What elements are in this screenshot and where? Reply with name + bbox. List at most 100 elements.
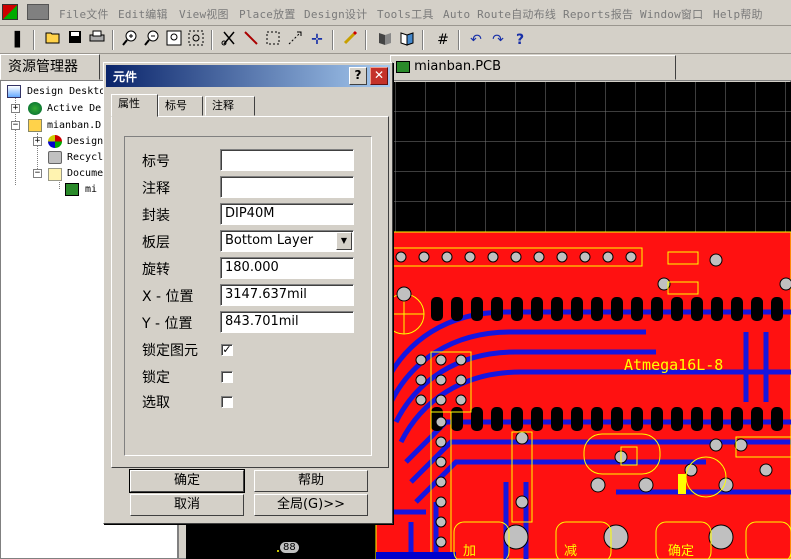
active-doc-icon [28, 102, 42, 115]
collapse-icon[interactable]: − [33, 169, 42, 178]
pcb-file-icon [396, 60, 410, 73]
toolbar-separator [33, 30, 35, 50]
comment-field[interactable] [220, 176, 354, 198]
tab-designator[interactable]: 标号 [158, 96, 203, 116]
silkscreen-label-add: 加 [463, 544, 477, 559]
selected-label: 选取 [142, 395, 170, 411]
toolbar-separator [211, 30, 213, 50]
tree-item-label: Design [67, 136, 104, 147]
x-position-field[interactable]: 3147.637mil [220, 284, 354, 306]
designator-label: 标号 [142, 154, 170, 170]
app-icon[interactable] [2, 4, 18, 20]
app-window: File文件 Edit编辑 View视图 Place放置 Design设计 To… [0, 0, 791, 559]
rotation-field[interactable]: 180.000 [220, 257, 354, 279]
zoom-out-icon[interactable] [142, 30, 162, 50]
print-icon[interactable] [87, 30, 107, 50]
footprint-label: 封装 [142, 208, 170, 224]
rotation-label: 旋转 [142, 262, 170, 278]
select-rect-icon[interactable] [263, 30, 283, 50]
cross-probe-icon[interactable] [285, 30, 305, 50]
menu-edit[interactable]: Edit编辑 [118, 6, 168, 22]
locked-checkbox[interactable] [221, 371, 233, 383]
toolbar-separator [112, 30, 114, 50]
pen-icon[interactable] [340, 30, 360, 50]
database-icon [28, 119, 42, 132]
help-button[interactable]: 帮助 [254, 470, 368, 492]
redo-icon[interactable]: ↷ [488, 30, 508, 50]
menu-reports[interactable]: Reports报告 [563, 6, 633, 22]
designator-field[interactable] [220, 149, 354, 171]
collapse-icon[interactable]: − [11, 121, 20, 130]
comment-label: 注释 [142, 181, 170, 197]
recycle-bin-icon [48, 151, 62, 164]
y-position-field[interactable]: 843.701mil [220, 311, 354, 333]
component-dialog: 元件 ? ✕ 属性 标号 注释 标号 注释 封装 DIP40M 板层 Botto… [103, 62, 393, 524]
zoom-fit-icon[interactable] [164, 30, 184, 50]
tree-item-label: Active De [47, 103, 102, 114]
explorer-tab[interactable]: 资源管理器 [0, 54, 100, 80]
tree-item-label: mi [85, 184, 98, 195]
toolbar-separator [365, 30, 367, 50]
toolbar-separator [422, 30, 424, 50]
menu-help[interactable]: Help帮助 [713, 6, 763, 22]
tab-label: mianban.PCB [414, 59, 502, 74]
layer-select[interactable]: Bottom Layer ▼ [220, 230, 354, 252]
toolbar-separator [332, 30, 334, 50]
3d-view-icon[interactable] [375, 30, 395, 50]
layer-label: 板层 [142, 235, 170, 251]
draw-line-icon[interactable] [241, 30, 261, 50]
open-folder-icon[interactable] [43, 30, 63, 50]
zoom-in-icon[interactable] [120, 30, 140, 50]
tree-item-label: mianban.D [47, 120, 102, 131]
toolbar: ▌ ✛ # ↶ ↷ ? [0, 27, 791, 54]
grid-icon[interactable]: # [433, 30, 453, 50]
tree-item-label: Docume [67, 168, 104, 179]
dialog-tabs: 属性 标号 注释 [111, 94, 389, 117]
expand-icon[interactable]: + [11, 104, 20, 113]
expand-icon[interactable]: + [33, 137, 42, 146]
menubar: File文件 Edit编辑 View视图 Place放置 Design设计 To… [0, 0, 791, 26]
pcb-file-icon [65, 183, 79, 196]
menu-auto-route[interactable]: Auto Route自动布线 [443, 6, 556, 22]
document-icon[interactable] [27, 4, 49, 20]
global-button[interactable]: 全局(G)>> [254, 494, 368, 516]
move-icon[interactable]: ✛ [307, 30, 327, 50]
cancel-button[interactable]: 取消 [130, 494, 244, 516]
help-title-button[interactable]: ? [349, 67, 367, 85]
silkscreen-label-ok: 确定 [668, 544, 695, 559]
toggle-panel-icon[interactable]: ▌ [10, 30, 30, 50]
desktop-icon [7, 85, 21, 98]
footprint-field[interactable]: DIP40M [220, 203, 354, 225]
menu-tools[interactable]: Tools工具 [377, 6, 434, 22]
menu-window[interactable]: Window窗口 [640, 6, 703, 22]
save-icon[interactable] [65, 30, 85, 50]
locked-label: 锁定 [142, 370, 170, 386]
tree-item-label: Recycl [67, 152, 104, 163]
dialog-title: 元件 [113, 70, 138, 84]
help-icon[interactable]: ? [510, 30, 530, 50]
menu-place[interactable]: Place放置 [239, 6, 296, 22]
menu-view[interactable]: View视图 [179, 6, 229, 22]
silkscreen-label-minus: 减 [564, 544, 578, 559]
chevron-down-icon[interactable]: ▼ [336, 232, 352, 250]
tab-mianban-pcb[interactable]: mianban.PCB [390, 55, 676, 80]
cut-icon[interactable] [219, 30, 239, 50]
lock-prims-label: 锁定图元 [142, 343, 198, 359]
zoom-area-icon[interactable] [186, 30, 206, 50]
undo-icon[interactable]: ↶ [466, 30, 486, 50]
menu-file[interactable]: File文件 [59, 6, 109, 22]
tab-comment[interactable]: 注释 [205, 96, 255, 116]
toolbar-separator [458, 30, 460, 50]
y-position-label: Y - 位置 [142, 316, 193, 332]
design-team-icon [48, 135, 62, 148]
ok-button[interactable]: 确定 [129, 469, 245, 493]
lock-prims-checkbox[interactable]: ✓ [221, 344, 233, 356]
selected-checkbox[interactable] [221, 396, 233, 408]
menu-design[interactable]: Design设计 [304, 6, 367, 22]
tab-properties[interactable]: 属性 [111, 94, 158, 117]
dialog-titlebar[interactable]: 元件 ? ✕ [106, 65, 390, 87]
folder-icon [48, 168, 62, 181]
layer-select-value: Bottom Layer [225, 233, 314, 248]
close-button[interactable]: ✕ [370, 67, 388, 85]
library-icon[interactable] [397, 30, 417, 50]
